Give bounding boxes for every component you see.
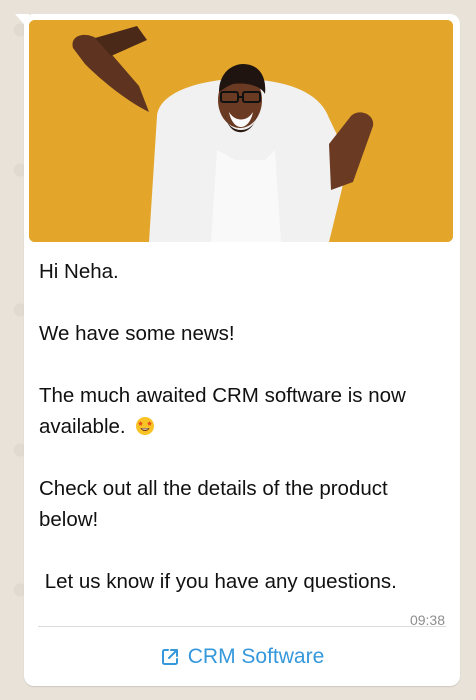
software-text-line-1: The much awaited CRM software is now [39,384,406,407]
star-struck-emoji-icon [135,414,155,435]
message-image[interactable] [29,20,453,242]
message-bubble: Hi Neha. We have some news! The much awa… [24,14,460,686]
news-text: We have some news! [39,322,235,345]
details-text-line-1: Check out all the details of the product [39,477,388,500]
details-text-line-2: below! [39,508,99,531]
software-text-line-2-content: available. [39,415,126,438]
button-divider [38,626,446,627]
crm-software-button[interactable]: CRM Software [24,628,460,686]
message-text: Hi Neha. We have some news! The much awa… [39,256,451,597]
questions-text: Let us know if you have any questions. [39,570,397,593]
external-link-icon [160,647,180,667]
greeting-text: Hi Neha. [39,260,119,283]
software-text-line-2: available. [39,411,451,442]
crm-software-button-label: CRM Software [187,645,325,668]
